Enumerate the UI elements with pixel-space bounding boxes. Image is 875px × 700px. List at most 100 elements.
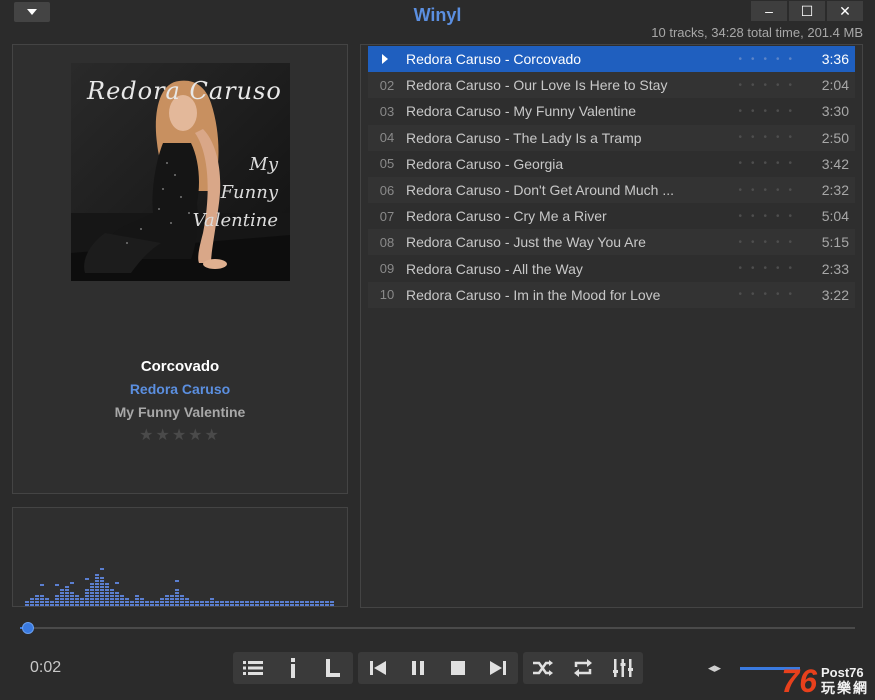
spectrum-bar [115,604,119,606]
info-button[interactable] [273,652,313,684]
watermark-top: Post76 [821,665,864,680]
spectrum-bar [45,598,49,600]
spectrum-peak [175,580,179,582]
spectrum-bar [305,604,309,606]
spectrum-bar [100,598,104,600]
track-number: 05 [379,156,395,172]
spectrum-bar [260,604,264,606]
track-rating[interactable]: ••••• [706,54,801,65]
next-button[interactable] [478,652,518,684]
spectrum-bar [165,601,169,603]
rating-stars[interactable]: ★★★★★ [13,425,347,445]
spectrum-bar [255,604,259,606]
spectrum-bar [70,604,74,606]
spectrum-bar [275,601,279,603]
spectrum-bar [270,604,274,606]
spectrum-bar [85,604,89,606]
dropdown-icon [27,9,37,15]
spectrum-bar [90,592,94,594]
spectrum-bar [65,586,69,588]
spectrum-bar [85,601,89,603]
spectrum-bar [75,595,79,597]
playlist-button[interactable] [233,652,273,684]
spectrum-bar [115,595,119,597]
spectrum-bar [290,601,294,603]
track-duration: 3:22 [821,286,849,303]
track-name: Redora Caruso - Cry Me a River [406,208,607,225]
track-rating[interactable]: ••••• [706,263,801,274]
spectrum-bar [310,604,314,606]
spectrum-bar [135,595,139,597]
album-cover[interactable]: Redora Caruso My Funny Valentine [71,63,290,281]
spectrum-bar [160,601,164,603]
repeat-button[interactable] [563,652,603,684]
now-playing-artist[interactable]: Redora Caruso [13,381,347,397]
track-name: Redora Caruso - Im in the Mood for Love [406,286,661,303]
track-name: Redora Caruso - The Lady Is a Tramp [406,129,642,146]
spectrum-visualizer[interactable] [12,507,348,607]
equalizer-icon [613,659,633,677]
spectrum-bar [170,601,174,603]
spectrum-bar [25,604,29,606]
spectrum-bar [130,601,134,603]
track-number: 07 [379,208,395,224]
track-number: 10 [379,287,395,303]
spectrum-bar [95,577,99,579]
playlist-track[interactable]: 08 Redora Caruso - Just the Way You Are ••… [368,229,855,256]
equalizer-button[interactable] [603,652,643,684]
previous-button[interactable] [358,652,398,684]
playlist-track[interactable]: Redora Caruso - Corcovado ••••• 3:36 [368,46,855,72]
spectrum-bar [90,589,94,591]
spectrum-bar [35,604,39,606]
seek-handle[interactable] [22,622,34,634]
playlist-track[interactable]: 07 Redora Caruso - Cry Me a River ••••• 5:0… [368,203,855,229]
shuffle-button[interactable] [523,652,563,684]
track-rating[interactable]: ••••• [706,80,801,91]
seek-bar[interactable] [20,627,855,629]
playlist-track[interactable]: 04 Redora Caruso - The Lady Is a Tramp •••… [368,124,855,151]
spectrum-bar [155,601,159,603]
elapsed-time: 0:02 [30,659,62,676]
spectrum-peak [70,582,74,584]
spectrum-bar [35,598,39,600]
playlist-track[interactable]: 06 Redora Caruso - Don't Get Around Much … [368,177,855,203]
volume-icon[interactable]: ◂▸ [708,660,721,676]
spectrum-bar [125,598,129,600]
spectrum-bar [120,598,124,600]
spectrum-bar [95,583,99,585]
pause-icon [412,661,424,675]
track-rating[interactable]: ••••• [706,106,801,117]
track-rating[interactable]: ••••• [706,289,801,300]
spectrum-bar [100,577,104,579]
playlist-track[interactable]: 05 Redora Caruso - Georgia ••••• 3:42 [368,151,855,177]
minimize-button[interactable]: – [751,1,787,21]
playlist-track[interactable]: 09 Redora Caruso - All the Way ••••• 2:33 [368,256,855,282]
mode-controls [523,652,643,684]
track-name: Redora Caruso - Georgia [406,155,564,172]
spectrum-bar [325,601,329,603]
spectrum-bar [310,601,314,603]
spectrum-bar [120,604,124,606]
main-menu-button[interactable] [14,2,50,22]
track-rating[interactable]: ••••• [706,185,801,196]
track-rating[interactable]: ••••• [706,158,801,169]
spectrum-bar [80,601,84,603]
spectrum-bar [180,595,184,597]
playlist-track[interactable]: 10 Redora Caruso - Im in the Mood for Lov… [368,281,855,308]
track-duration: 2:04 [821,77,849,94]
stop-button[interactable] [438,652,478,684]
close-button[interactable]: ✕ [827,1,863,21]
track-name: Redora Caruso - Corcovado [406,51,582,67]
pause-button[interactable] [398,652,438,684]
playlist-track[interactable]: 03 Redora Caruso - My Funny Valentine ••••… [368,98,855,124]
playlist-track[interactable]: 02 Redora Caruso - Our Love Is Here to St… [368,72,855,99]
track-rating[interactable]: ••••• [706,132,801,143]
track-duration: 2:32 [821,182,849,198]
spectrum-bar [70,592,74,594]
track-rating[interactable]: ••••• [706,211,801,222]
track-rating[interactable]: ••••• [706,237,801,248]
track-number: 02 [379,77,395,93]
now-playing-album[interactable]: My Funny Valentine [13,404,347,420]
maximize-button[interactable]: ☐ [789,1,825,21]
lyrics-button[interactable] [313,652,353,684]
